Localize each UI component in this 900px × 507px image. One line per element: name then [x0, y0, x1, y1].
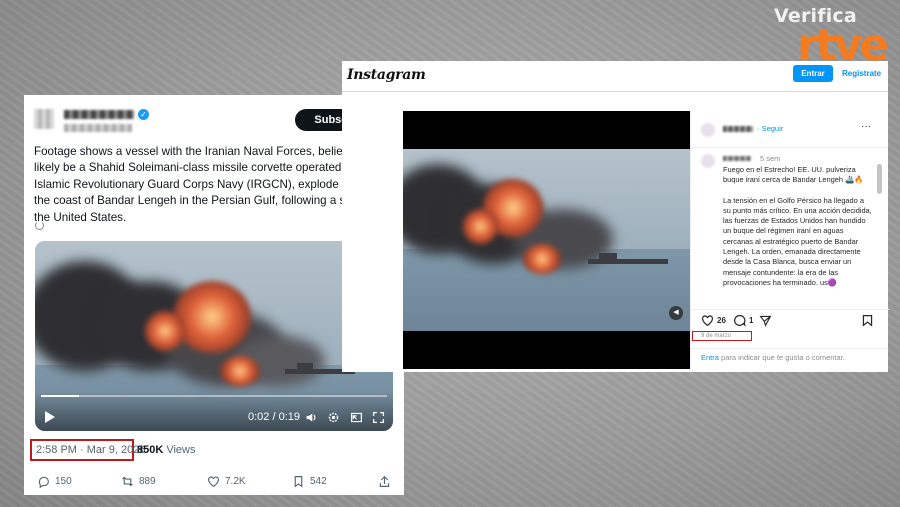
register-link[interactable]: Registrate	[842, 69, 881, 78]
date-highlight: 9 de marzo	[692, 331, 752, 341]
verified-badge-icon: ✓	[138, 109, 149, 120]
comment-icon	[734, 315, 746, 327]
send-icon	[759, 315, 772, 327]
like-button[interactable]: 7.2K	[207, 475, 246, 488]
bookmark-button[interactable]: 542	[292, 475, 327, 488]
bookmark-icon	[294, 476, 303, 488]
heart-icon	[208, 476, 219, 488]
save-button[interactable]	[861, 314, 874, 327]
settings-gear-icon[interactable]	[327, 411, 340, 424]
video-frame	[403, 149, 690, 331]
video-progress-fill	[41, 395, 80, 397]
reply-button[interactable]: 150	[37, 475, 72, 488]
post-date[interactable]: 9 de marzo	[701, 333, 731, 339]
caption-avatar[interactable]	[701, 154, 715, 168]
bookmark-icon	[862, 315, 873, 327]
author-name-blurred[interactable]	[64, 110, 134, 119]
share-icon	[379, 475, 390, 487]
post-caption: Fuego en el Estrecho! EE. UU. pulveriza …	[723, 165, 873, 298]
avatar[interactable]	[34, 109, 54, 129]
repost-button[interactable]: 889	[121, 475, 156, 488]
caption-scrollbar[interactable]	[877, 154, 882, 304]
caption-username-blurred[interactable]	[723, 156, 751, 161]
instagram-video-player[interactable]: ◀	[403, 111, 690, 369]
share-button[interactable]	[759, 314, 772, 327]
login-button[interactable]: Entrar	[793, 65, 833, 82]
follow-button[interactable]: · Seguir	[757, 124, 783, 133]
post-actions: 26 1	[691, 309, 889, 331]
timestamp-highlight: 2:58 PM · Mar 9, 2026	[30, 439, 145, 461]
instagram-post-card: Instagram Entrar Registrate ◀ · Seguir ·…	[342, 61, 889, 372]
video-player[interactable]: 0:02 / 0:19	[35, 241, 393, 431]
video-time: 0:02 / 0:19	[248, 411, 300, 423]
loading-spinner-icon	[35, 221, 44, 230]
author-handle-blurred[interactable]	[64, 124, 132, 132]
more-options-icon[interactable]: ···	[861, 121, 871, 132]
caption-body: La tensión en el Golfo Pérsico ha llegad…	[723, 195, 872, 287]
post-age: 5 sem	[760, 154, 781, 163]
mute-icon[interactable]: ◀	[669, 306, 683, 320]
comment-button[interactable]: 1	[733, 314, 753, 327]
post-timestamp[interactable]: 2:58 PM · Mar 9, 2026	[36, 444, 145, 456]
video-progress-bar[interactable]	[41, 395, 387, 397]
heart-icon	[702, 315, 713, 327]
play-icon[interactable]	[45, 411, 55, 423]
views-count: 850K Views	[137, 444, 196, 456]
login-prompt: Entra para indicar que te gusta o coment…	[701, 353, 845, 362]
instagram-logo[interactable]: Instagram	[347, 67, 426, 83]
reply-icon	[38, 476, 49, 488]
login-link[interactable]: Entra	[701, 353, 719, 362]
post-sidebar: · Seguir ··· 5 sem Fuego en el Estrecho!…	[690, 111, 889, 369]
share-button[interactable]	[378, 475, 391, 488]
username-blurred[interactable]	[723, 126, 753, 132]
picture-in-picture-icon[interactable]	[350, 411, 363, 424]
header-divider	[342, 91, 888, 92]
like-button[interactable]: 26	[701, 314, 726, 327]
avatar[interactable]	[701, 123, 715, 137]
volume-icon[interactable]	[305, 411, 318, 424]
post-actions: 150 889 7.2K 542	[24, 473, 404, 493]
repost-icon	[122, 476, 133, 487]
fullscreen-icon[interactable]	[372, 411, 385, 424]
caption-title: Fuego en el Estrecho! EE. UU. pulveriza …	[723, 165, 864, 185]
